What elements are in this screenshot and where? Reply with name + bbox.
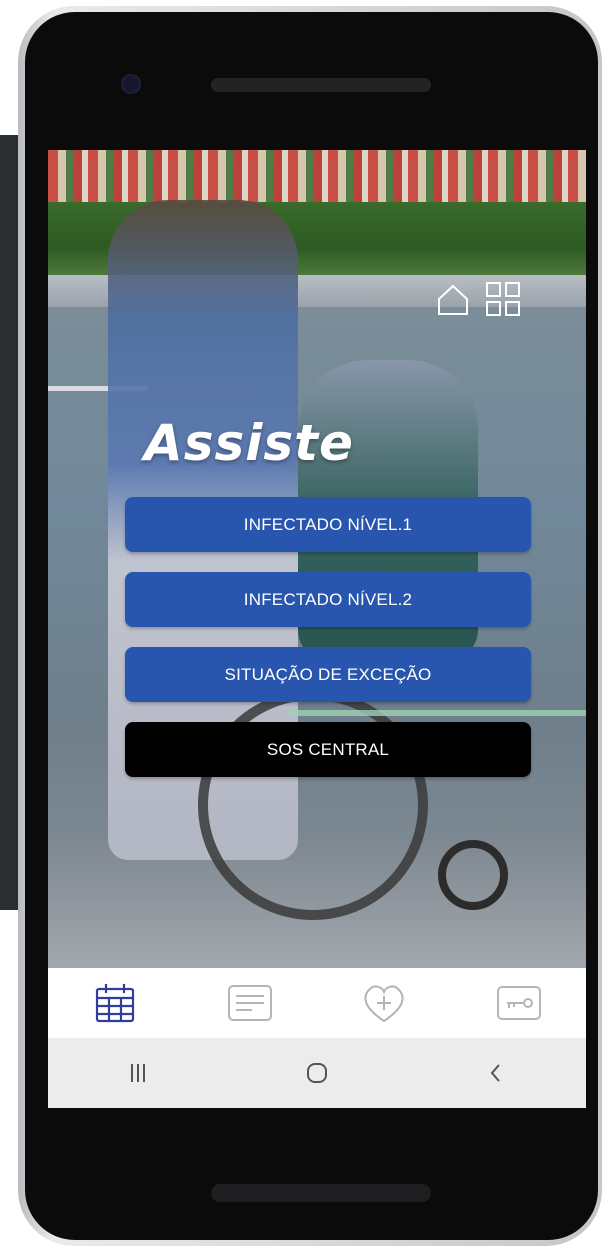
heart-plus-icon — [364, 985, 404, 1023]
document-icon — [227, 985, 272, 1021]
nav-calendar[interactable] — [80, 973, 150, 1033]
home-button[interactable] — [287, 1043, 347, 1103]
key-icon — [496, 986, 541, 1020]
nav-access[interactable] — [484, 973, 554, 1033]
back-icon — [490, 1064, 501, 1082]
photo-wheelchair-caster — [438, 840, 508, 910]
home-icon[interactable] — [434, 280, 472, 318]
hero-photo: Assiste INFECTADO NÍVEL.1 INFECTADO NÍVE… — [48, 150, 586, 968]
infected-level-1-button[interactable]: INFECTADO NÍVEL.1 — [125, 497, 531, 552]
phone-screen: Assiste INFECTADO NÍVEL.1 INFECTADO NÍVE… — [48, 150, 586, 1108]
sos-central-button[interactable]: SOS CENTRAL — [125, 722, 531, 777]
chin-speaker — [211, 1184, 431, 1202]
back-button[interactable] — [466, 1043, 526, 1103]
grid-icon[interactable] — [484, 280, 522, 318]
system-navigation-bar — [48, 1038, 586, 1108]
photo-flowers — [48, 150, 586, 205]
app-logo: Assiste — [144, 414, 354, 472]
earpiece-speaker — [211, 78, 431, 92]
exception-situation-button[interactable]: SITUAÇÃO DE EXCEÇÃO — [125, 647, 531, 702]
infected-level-2-button[interactable]: INFECTADO NÍVEL.2 — [125, 572, 531, 627]
top-icon-bar — [434, 280, 522, 320]
calendar-icon — [96, 984, 135, 1023]
nav-health[interactable] — [349, 973, 419, 1033]
front-camera — [121, 74, 141, 94]
recent-apps-button[interactable] — [108, 1043, 168, 1103]
home-button-icon — [306, 1063, 327, 1083]
nav-documents[interactable] — [215, 973, 285, 1033]
recent-apps-icon — [130, 1064, 145, 1082]
bottom-navigation — [48, 968, 586, 1038]
